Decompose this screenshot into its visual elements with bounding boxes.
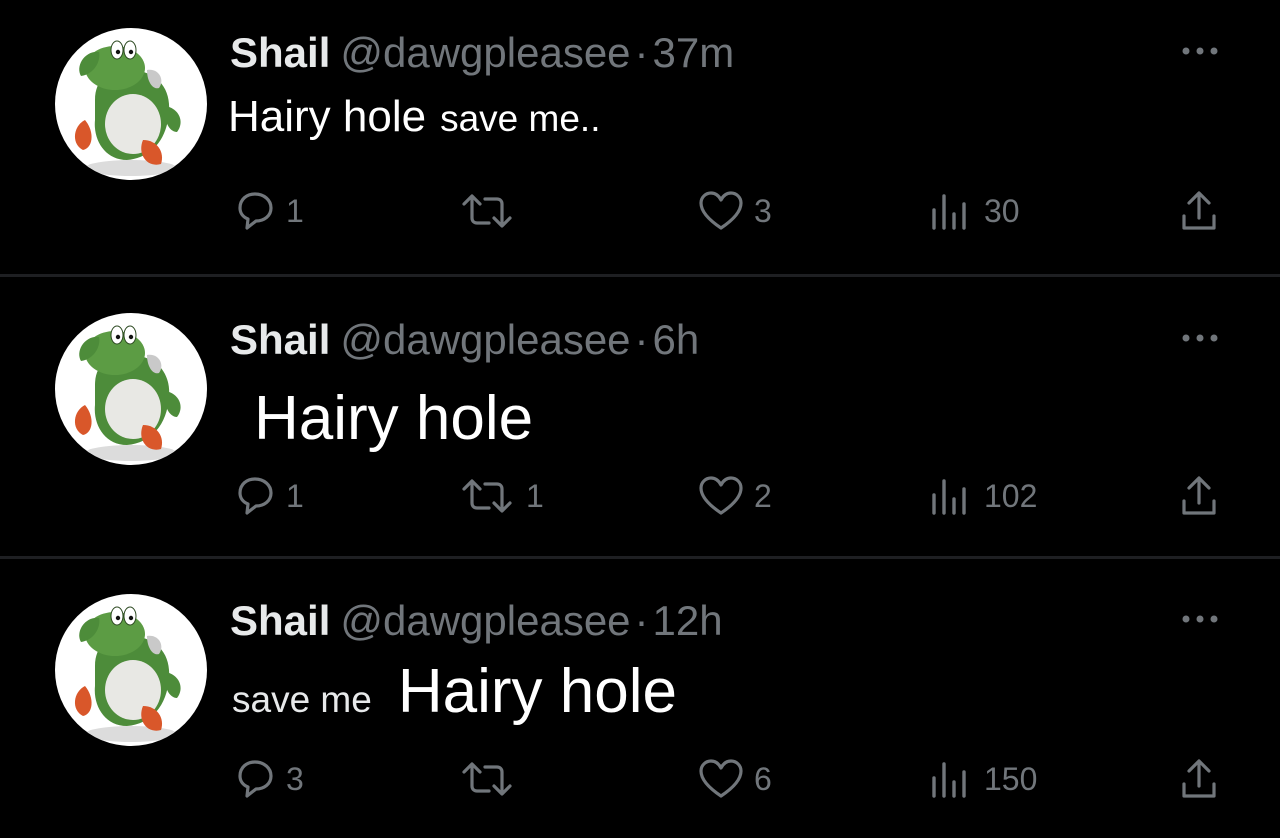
reply-button[interactable]: 1 (232, 471, 304, 521)
author-handle[interactable]: @dawgpleasee (340, 597, 630, 644)
views-count: 102 (984, 477, 1038, 514)
separator-dot: · (634, 597, 649, 644)
like-button[interactable]: 2 (696, 471, 772, 521)
author-name[interactable]: Shail (230, 316, 330, 363)
views-icon (932, 762, 966, 798)
avatar[interactable] (55, 594, 207, 746)
like-button[interactable]: 6 (696, 754, 772, 804)
separator-dot: · (634, 316, 649, 363)
views-button[interactable]: 30 (926, 186, 1020, 236)
heart-icon (699, 759, 743, 798)
tweet-text-large: Hairy hole (254, 384, 534, 453)
retweet-icon (462, 762, 512, 796)
reply-count: 1 (286, 192, 304, 229)
reply-count: 1 (286, 477, 304, 514)
tweet-text-small: save me.. (440, 98, 601, 139)
like-button[interactable]: 3 (696, 186, 772, 236)
tweet-text: save me Hairy hole (232, 656, 677, 727)
more-icon[interactable] (1178, 323, 1222, 353)
more-icon[interactable] (1178, 36, 1222, 66)
share-icon (1182, 191, 1216, 230)
tweet-text: Hairy hole save me.. (228, 92, 601, 142)
like-count: 3 (754, 192, 772, 229)
heart-icon (699, 476, 743, 515)
tweet-text-large: Hairy hole (397, 657, 677, 726)
views-button[interactable]: 102 (926, 471, 1037, 521)
tweet-header: Shail @dawgpleasee·12h (230, 594, 723, 648)
reply-icon (238, 760, 273, 798)
retweet-button[interactable] (456, 186, 526, 236)
views-icon (932, 479, 966, 515)
avatar[interactable] (55, 28, 207, 180)
author-name[interactable]: Shail (230, 597, 330, 644)
reply-icon (238, 477, 273, 515)
views-count: 30 (984, 192, 1020, 229)
share-icon (1182, 759, 1216, 798)
timestamp[interactable]: 6h (653, 316, 700, 363)
reply-button[interactable]: 1 (232, 186, 304, 236)
author-handle[interactable]: @dawgpleasee (340, 316, 630, 363)
share-button[interactable] (1176, 186, 1222, 236)
action-bar: 1 1 2 102 (0, 471, 1280, 521)
retweet-button[interactable] (456, 754, 526, 804)
author-handle[interactable]: @dawgpleasee (340, 29, 630, 76)
tweet[interactable]: Shail @dawgpleasee·12h save me Hairy hole … (0, 562, 1280, 838)
reply-count: 3 (286, 760, 304, 797)
tweet-header: Shail @dawgpleasee·37m (230, 26, 734, 80)
share-button[interactable] (1176, 754, 1222, 804)
divider (0, 274, 1280, 277)
like-count: 6 (754, 760, 772, 797)
retweet-icon (462, 479, 512, 513)
tweet[interactable]: Shail @dawgpleasee·6h Hairy hole 1 1 2 10… (0, 281, 1280, 557)
avatar[interactable] (55, 313, 207, 465)
retweet-icon (462, 194, 512, 228)
author-name[interactable]: Shail (230, 29, 330, 76)
more-icon[interactable] (1178, 604, 1222, 634)
views-icon (932, 194, 966, 230)
views-count: 150 (984, 760, 1038, 797)
share-button[interactable] (1176, 471, 1222, 521)
reply-button[interactable]: 3 (232, 754, 304, 804)
tweet[interactable]: Shail @dawgpleasee·37m Hairy hole save me.… (0, 0, 1280, 276)
views-button[interactable]: 150 (926, 754, 1037, 804)
tweet-text-large: Hairy hole (228, 92, 427, 141)
retweet-button[interactable]: 1 (456, 471, 544, 521)
tweet-text: Hairy hole (254, 383, 533, 454)
like-count: 2 (754, 477, 772, 514)
timestamp[interactable]: 12h (653, 597, 723, 644)
heart-icon (699, 191, 743, 230)
separator-dot: · (634, 29, 649, 76)
share-icon (1182, 476, 1216, 515)
tweet-header: Shail @dawgpleasee·6h (230, 313, 699, 367)
reply-icon (238, 192, 273, 230)
divider (0, 556, 1280, 559)
action-bar: 3 6 150 (0, 754, 1280, 804)
action-bar: 1 3 30 (0, 186, 1280, 236)
retweet-count: 1 (526, 477, 544, 514)
timestamp[interactable]: 37m (653, 29, 735, 76)
tweet-text-small: save me (232, 679, 372, 720)
